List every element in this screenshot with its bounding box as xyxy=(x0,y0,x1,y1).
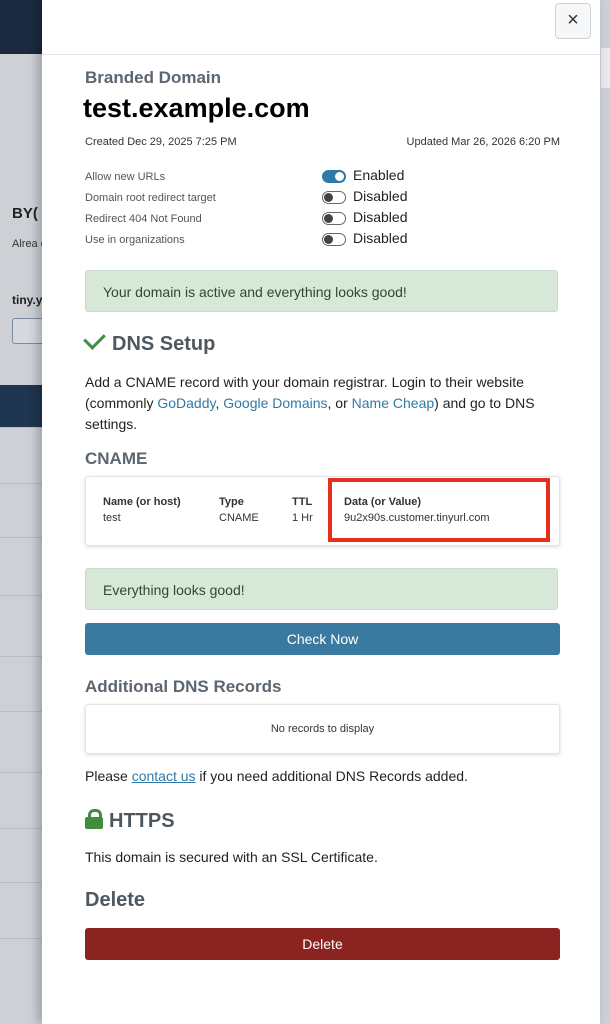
close-button[interactable]: × xyxy=(555,3,591,39)
background-row[interactable] xyxy=(0,882,42,937)
setting-label: Use in organizations xyxy=(85,234,185,246)
domain-settings: Allow new URLs Enabled Domain root redir… xyxy=(85,167,560,251)
panel-header: × xyxy=(42,0,600,55)
https-title: HTTPS xyxy=(109,810,175,832)
toggle-switch[interactable] xyxy=(322,233,346,246)
cname-ttl-cell: TTL 1 Hr xyxy=(292,496,313,524)
dns-setup-title: DNS Setup xyxy=(112,333,216,355)
additional-dns-heading: Additional DNS Records xyxy=(85,677,282,696)
background-topbar xyxy=(0,0,42,54)
setting-label: Redirect 404 Not Found xyxy=(85,213,202,225)
background-row[interactable] xyxy=(0,537,42,592)
cname-type-cell: Type CNAME xyxy=(219,496,259,524)
domain-name: test.example.com xyxy=(83,88,365,128)
dns-setup-heading: DNS Setup xyxy=(83,327,216,356)
domain-details-panel: × Branded Domain test.example.com Create… xyxy=(42,0,600,1024)
ttl-value: 1 Hr xyxy=(292,512,313,524)
type-value: CNAME xyxy=(219,512,259,524)
background-heading: BY( xyxy=(12,205,38,222)
background-row[interactable] xyxy=(0,427,42,482)
created-date: Created Dec 29, 2025 7:25 PM xyxy=(85,136,237,148)
dns-instructions: Add a CNAME record with your domain regi… xyxy=(85,372,545,435)
setting-redirect-404: Redirect 404 Not Found Disabled xyxy=(85,209,560,230)
toggle-switch[interactable] xyxy=(322,212,346,225)
background-row[interactable] xyxy=(0,595,42,650)
background-row[interactable] xyxy=(0,938,42,993)
background-row[interactable] xyxy=(0,828,42,883)
background-row[interactable] xyxy=(0,483,42,538)
https-heading: HTTPS xyxy=(85,809,175,833)
type-header: Type xyxy=(219,496,244,508)
background-row[interactable] xyxy=(0,772,42,827)
contact-us-link[interactable]: contact us xyxy=(132,768,196,784)
additional-records-note: Please contact us if you need additional… xyxy=(85,766,560,787)
separator-text: , or xyxy=(327,395,352,411)
lock-icon xyxy=(85,809,103,829)
google-domains-link[interactable]: Google Domains xyxy=(223,395,327,411)
empty-records-text: No records to display xyxy=(270,723,375,735)
domain-status-alert: Your domain is active and everything loo… xyxy=(85,270,558,312)
checkmark-icon xyxy=(83,327,106,350)
setting-status: Enabled xyxy=(353,167,405,183)
dns-check-alert: Everything looks good! xyxy=(85,568,558,610)
name-cheap-link[interactable]: Name Cheap xyxy=(352,395,435,411)
setting-status: Disabled xyxy=(353,230,408,246)
ttl-header: TTL xyxy=(292,496,313,508)
toggle-switch[interactable] xyxy=(322,191,346,204)
setting-label: Allow new URLs xyxy=(85,171,166,183)
background-scroll-edge xyxy=(601,48,610,88)
domain-status-text: Your domain is active and everything loo… xyxy=(103,284,407,300)
toggle-switch[interactable] xyxy=(322,170,346,183)
dns-check-text: Everything looks good! xyxy=(103,582,245,598)
delete-heading: Delete xyxy=(85,889,146,911)
name-header: Name (or host) xyxy=(103,496,181,508)
delete-button[interactable]: Delete xyxy=(85,928,560,960)
additional-records-card: No records to display xyxy=(85,704,560,754)
branded-domain-label: Branded Domain xyxy=(85,68,222,87)
note-text: Please xyxy=(85,768,132,784)
https-description: This domain is secured with an SSL Certi… xyxy=(85,849,378,865)
cname-heading: CNAME xyxy=(85,449,148,468)
updated-date: Updated Mar 26, 2026 6:20 PM xyxy=(406,136,560,148)
cname-record-card: Name (or host) test Type CNAME TTL 1 Hr … xyxy=(85,476,560,546)
background-tiny-label: tiny.y xyxy=(12,293,43,307)
close-icon: × xyxy=(567,9,579,31)
godaddy-link[interactable]: GoDaddy xyxy=(157,395,215,411)
setting-use-in-organizations: Use in organizations Disabled xyxy=(85,230,560,251)
background-row[interactable] xyxy=(0,656,42,711)
background-row[interactable] xyxy=(0,711,42,766)
background-table-header xyxy=(0,385,42,427)
check-now-button[interactable]: Check Now xyxy=(85,623,560,655)
background-text: Alrea creat shor xyxy=(12,238,42,250)
cname-name-cell: Name (or host) test xyxy=(103,496,181,524)
setting-domain-root-redirect: Domain root redirect target Disabled xyxy=(85,188,560,209)
highlight-box xyxy=(328,478,550,542)
setting-allow-new-urls: Allow new URLs Enabled xyxy=(85,167,560,188)
setting-status: Disabled xyxy=(353,188,408,204)
name-value: test xyxy=(103,512,121,524)
setting-status: Disabled xyxy=(353,209,408,225)
setting-label: Domain root redirect target xyxy=(85,192,216,204)
note-text: if you need additional DNS Records added… xyxy=(195,768,468,784)
